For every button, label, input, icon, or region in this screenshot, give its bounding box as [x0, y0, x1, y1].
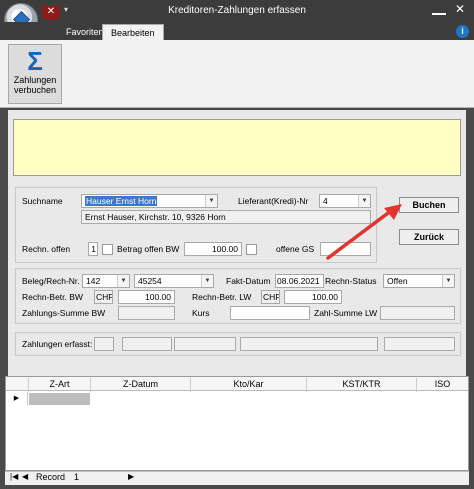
betr-lw-label: Rechn-Betr. LW: [192, 292, 252, 302]
red-arrow-annotation: [326, 204, 402, 260]
grid-new-row-cell[interactable]: [29, 393, 90, 405]
lieferant-label: Lieferant(Kredi)-Nr: [238, 196, 309, 206]
tab-bearbeiten[interactable]: Bearbeiten: [102, 24, 164, 40]
erfasst-field-3: [240, 337, 378, 351]
column-header-iso[interactable]: ISO: [417, 378, 468, 392]
fakt-datum-field[interactable]: 08.06.2021: [275, 274, 324, 288]
grid-corner: [6, 378, 29, 392]
fakt-datum-label: Fakt-Datum: [226, 276, 271, 286]
beleg-label: Beleg/Rech-Nr.: [22, 276, 80, 286]
zahlungs-summe-field: [118, 306, 175, 320]
erfasst-field-2: [174, 337, 236, 351]
beleg-combo[interactable]: 142 ▼: [82, 274, 130, 288]
column-header-z-art[interactable]: Z-Art: [29, 378, 91, 392]
betr-bw-label: Rechn-Betr. BW: [22, 292, 83, 302]
zahlungen-verbuchen-label-2: verbuchen: [13, 85, 57, 95]
suchname-label: Suchname: [22, 196, 63, 206]
column-header-kst-ktr[interactable]: KST/KTR: [307, 378, 417, 392]
message-box: [13, 119, 461, 176]
erfasst-field-4: [384, 337, 455, 351]
betrag-offen-field[interactable]: 100.00: [184, 242, 242, 256]
next-record-icon[interactable]: ▶: [128, 472, 134, 481]
ribbon: [0, 40, 474, 108]
column-header-z-datum[interactable]: Z-Datum: [91, 378, 191, 392]
rech-nr-combo[interactable]: 45254 ▼: [134, 274, 214, 288]
erfasst-field-1: [122, 337, 172, 351]
currency-lw-field: CHF: [261, 290, 280, 304]
window-title: Kreditoren-Zahlungen erfassen: [168, 5, 306, 16]
rechn-offen-label: Rechn. offen: [22, 244, 71, 254]
kurs-field[interactable]: [230, 306, 310, 320]
zahl-summe-lw-field: [380, 306, 455, 320]
erfasst-count-field: [94, 337, 114, 351]
rechn-status-label: Rechn-Status: [325, 276, 377, 286]
row-selector-icon[interactable]: ▶: [6, 392, 28, 406]
offene-gs-label: offene GS: [276, 244, 315, 254]
kurs-label: Kurs: [192, 308, 210, 318]
close-window-button[interactable]: ✕: [452, 2, 468, 16]
chevron-down-icon[interactable]: ▼: [442, 275, 454, 287]
suchname-combo[interactable]: Hauser Ernst Horn ▼: [81, 194, 218, 208]
zahlungen-verbuchen-button[interactable]: Σ Zahlungen verbuchen: [8, 44, 62, 104]
currency-bw-field: CHF: [94, 290, 113, 304]
rechn-offen-field[interactable]: 1: [88, 242, 98, 256]
betrag-offen-checkbox[interactable]: [246, 244, 257, 255]
zahlungen-verbuchen-label: Zahlungen: [13, 75, 57, 85]
record-label: Record: [36, 472, 66, 482]
minimize-button[interactable]: [432, 5, 446, 15]
help-icon[interactable]: i: [456, 25, 469, 38]
chevron-down-icon[interactable]: ▼: [205, 195, 217, 207]
betr-lw-field[interactable]: 100.00: [284, 290, 342, 304]
sigma-icon: Σ: [27, 46, 43, 76]
rechn-offen-checkbox[interactable]: [102, 244, 113, 255]
zahl-summe-lw-label: Zahl-Summe LW: [314, 308, 378, 318]
zahlungs-summe-label: Zahlungs-Summe BW: [22, 308, 106, 318]
column-header-kto-kar[interactable]: Kto/Kar: [191, 378, 307, 392]
betr-bw-field[interactable]: 100.00: [118, 290, 175, 304]
zahlungen-erfasst-label: Zahlungen erfasst:: [22, 339, 93, 349]
chevron-down-icon[interactable]: ▼: [201, 275, 213, 287]
record-number[interactable]: 1: [74, 472, 79, 482]
chevron-down-icon[interactable]: ▼: [117, 275, 129, 287]
previous-record-icon[interactable]: ◀: [22, 472, 28, 481]
first-record-icon[interactable]: |◀: [10, 472, 18, 481]
rechn-status-combo[interactable]: Offen ▼: [383, 274, 455, 288]
betrag-offen-label: Betrag offen BW: [117, 244, 180, 254]
